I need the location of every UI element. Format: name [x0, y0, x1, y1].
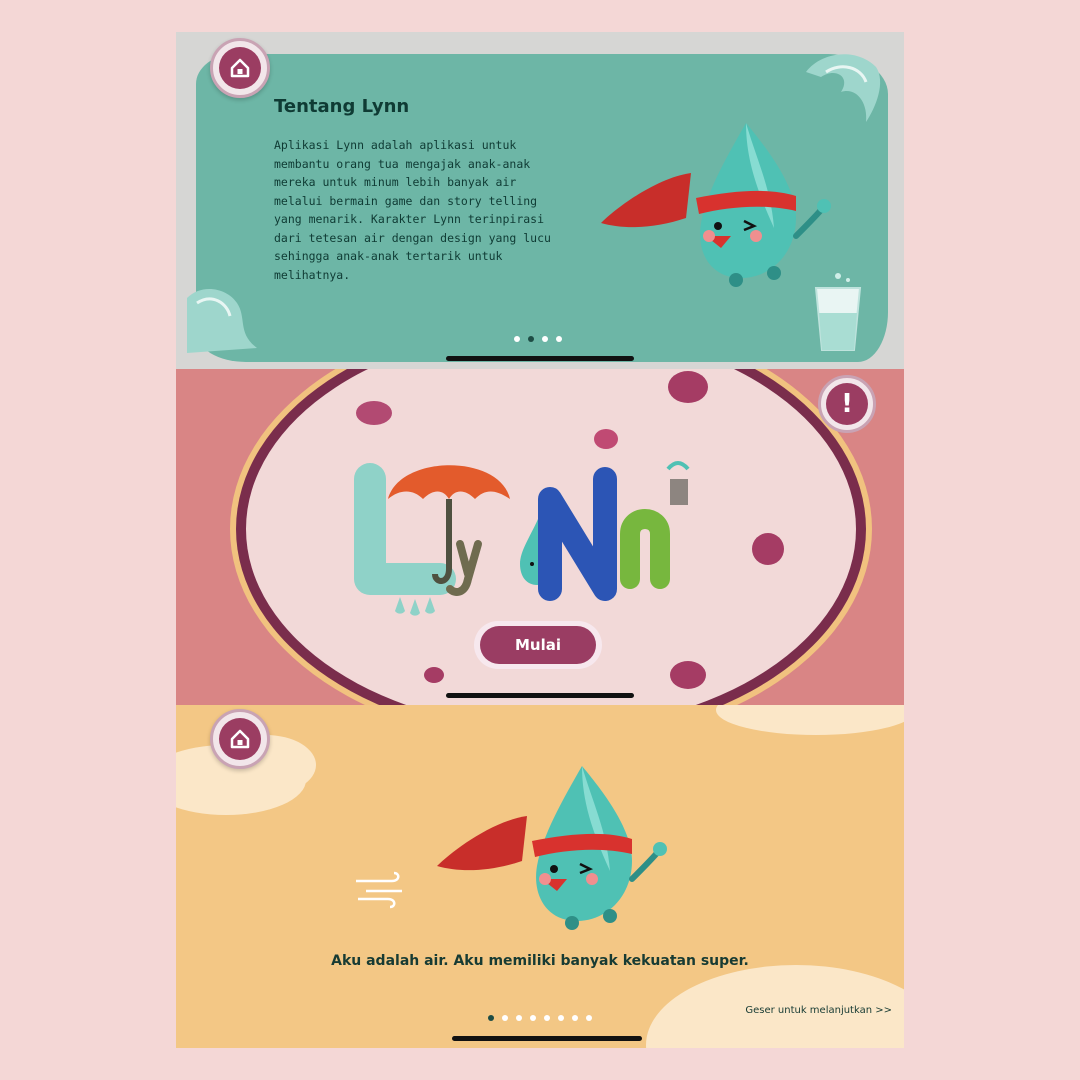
about-screen: Tentang Lynn Aplikasi Lynn adalah aplika… [176, 32, 904, 369]
swipe-hint[interactable]: Geser untuk melanjutkan >> [745, 1005, 892, 1016]
water-glass-icon [814, 273, 862, 351]
lynn-superhero-character [601, 123, 831, 287]
start-button[interactable]: Mulai [474, 621, 602, 669]
info-icon: ! [826, 383, 868, 425]
home-button[interactable] [210, 709, 270, 769]
home-indicator-bar[interactable] [446, 356, 634, 361]
home-icon [230, 58, 250, 78]
page-dot[interactable] [502, 1015, 508, 1021]
page-indicator [488, 1015, 592, 1021]
cloud-decoration [716, 705, 904, 735]
home-indicator-bar[interactable] [446, 693, 634, 698]
page-dot[interactable] [514, 336, 520, 342]
about-title: Tentang Lynn [274, 96, 410, 117]
home-button[interactable] [210, 38, 270, 98]
page-dot[interactable] [530, 1015, 536, 1021]
start-screen: ! Mulai [176, 369, 904, 705]
page-dot[interactable] [528, 336, 534, 342]
page-dot[interactable] [572, 1015, 578, 1021]
about-description: Aplikasi Lynn adalah aplikasi untuk memb… [274, 138, 551, 282]
page-dot[interactable] [516, 1015, 522, 1021]
page-dot[interactable] [544, 1015, 550, 1021]
story-screen: Aku adalah air. Aku memiliki banyak keku… [176, 705, 904, 1048]
info-button[interactable]: ! [818, 375, 876, 433]
wind-icon [356, 871, 402, 909]
story-caption: Aku adalah air. Aku memiliki banyak keku… [331, 953, 749, 969]
page-dot[interactable] [488, 1015, 494, 1021]
page-dot[interactable] [586, 1015, 592, 1021]
home-icon [230, 729, 250, 749]
lynn-superhero-character [437, 766, 667, 930]
start-button-label: Mulai [480, 626, 596, 664]
page-indicator [514, 336, 562, 342]
page-dot[interactable] [556, 336, 562, 342]
home-indicator-bar[interactable] [452, 1036, 642, 1041]
wave-bottom-left [187, 288, 257, 353]
page-dot[interactable] [542, 336, 548, 342]
lynn-logo [354, 461, 690, 616]
page-dot[interactable] [558, 1015, 564, 1021]
